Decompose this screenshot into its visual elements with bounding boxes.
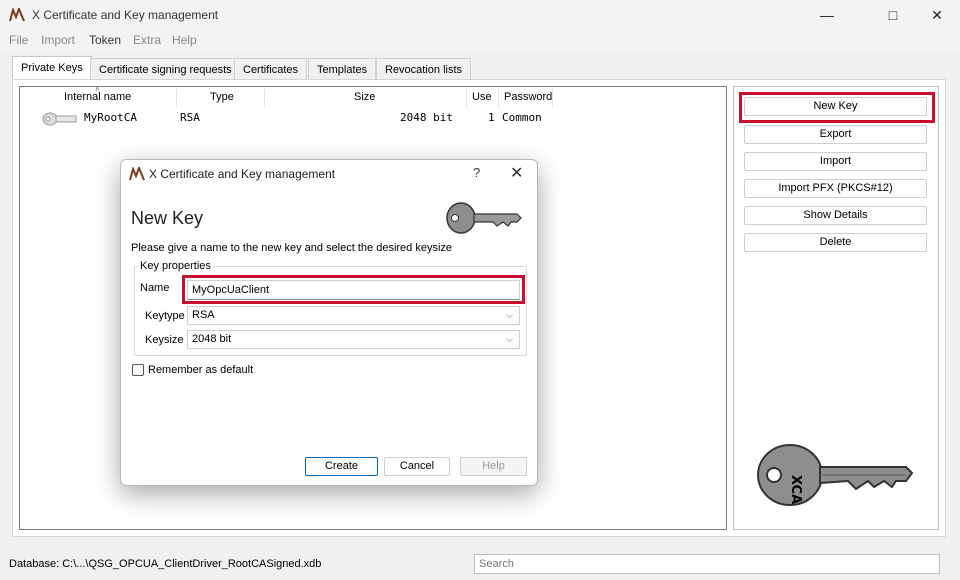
- highlight-name-input: [182, 275, 525, 304]
- remember-default-checkbox[interactable]: [132, 364, 144, 376]
- keysize-label: Keysize: [145, 334, 184, 346]
- dialog-heading: New Key: [131, 208, 204, 228]
- show-details-button[interactable]: Show Details: [744, 206, 927, 225]
- tab-certificates[interactable]: Certificates: [234, 58, 308, 80]
- column-separator: [176, 89, 177, 107]
- dialog-title: X Certificate and Key management: [149, 167, 336, 181]
- help-button[interactable]: Help: [460, 457, 527, 476]
- menu-bar: File Import Token Extra Help: [0, 30, 960, 50]
- key-icon: [446, 202, 522, 234]
- column-separator: [264, 89, 265, 107]
- menu-import[interactable]: Import: [41, 33, 75, 47]
- delete-button[interactable]: Delete: [744, 233, 927, 252]
- keysize-value: 2048 bit: [192, 333, 232, 345]
- cell-use: 1: [488, 111, 495, 124]
- cancel-button[interactable]: Cancel: [384, 457, 450, 476]
- search-input[interactable]: [474, 554, 940, 574]
- tab-private-keys[interactable]: Private Keys: [12, 56, 92, 81]
- action-panel: New Key Export Import Import PFX (PKCS#1…: [733, 86, 939, 530]
- keytype-value: RSA: [192, 309, 215, 321]
- keytype-select[interactable]: RSA ⌵: [187, 306, 520, 325]
- menu-token[interactable]: Token: [89, 33, 121, 47]
- column-separator: [498, 89, 499, 107]
- help-context-button[interactable]: ?: [473, 165, 480, 180]
- menu-extra[interactable]: Extra: [133, 33, 161, 47]
- keytype-label: Keytype: [145, 310, 185, 322]
- key-icon: [42, 112, 77, 126]
- menu-help[interactable]: Help: [172, 33, 197, 47]
- minimize-button[interactable]: —: [804, 0, 850, 30]
- remember-default-label[interactable]: Remember as default: [148, 364, 253, 376]
- table-row[interactable]: MyRootCA RSA 2048 bit 1 Common: [20, 109, 726, 129]
- status-bar: Database: C:\...\QSG_OPCUA_ClientDriver_…: [0, 552, 960, 580]
- import-button[interactable]: Import: [744, 152, 927, 171]
- tab-certificate-signing-requests[interactable]: Certificate signing requests: [90, 58, 241, 80]
- header-size[interactable]: Size: [354, 91, 375, 103]
- chevron-down-icon: ⌵: [506, 334, 513, 344]
- list-header: ˄ Internal name Type Size Use Password: [20, 85, 726, 109]
- app-logo-icon: [129, 167, 145, 181]
- import-pfx-button[interactable]: Import PFX (PKCS#12): [744, 179, 927, 198]
- cell-name: MyRootCA: [84, 111, 137, 124]
- column-separator: [466, 89, 467, 107]
- cell-password: Common: [502, 111, 542, 124]
- name-label: Name: [140, 282, 170, 294]
- keysize-select[interactable]: 2048 bit ⌵: [187, 330, 520, 349]
- dialog-description: Please give a name to the new key and se…: [131, 242, 453, 254]
- key-brand-text: XCA: [788, 475, 803, 504]
- highlight-new-key: [739, 92, 935, 123]
- header-internal-name[interactable]: Internal name: [64, 91, 131, 103]
- header-use[interactable]: Use: [472, 91, 492, 103]
- database-path: Database: C:\...\QSG_OPCUA_ClientDriver_…: [9, 558, 322, 570]
- cell-type: RSA: [180, 111, 200, 124]
- cell-size: 2048 bit: [400, 111, 453, 124]
- new-key-dialog: X Certificate and Key management ? ✕ New…: [120, 159, 538, 486]
- maximize-button[interactable]: □: [870, 0, 916, 30]
- create-button[interactable]: Create: [305, 457, 378, 476]
- menu-file[interactable]: File: [9, 33, 28, 47]
- key-illustration-icon: XCA: [757, 444, 914, 506]
- header-password[interactable]: Password: [504, 91, 552, 103]
- group-title: Key properties: [138, 260, 213, 272]
- dialog-close-button[interactable]: ✕: [510, 163, 523, 183]
- title-bar: X Certificate and Key management — □ ✕: [0, 0, 960, 30]
- chevron-down-icon: ⌵: [506, 310, 513, 320]
- app-logo-icon: [9, 8, 25, 22]
- header-type[interactable]: Type: [210, 91, 234, 103]
- close-button[interactable]: ✕: [914, 0, 960, 30]
- column-separator: [552, 89, 553, 107]
- export-button[interactable]: Export: [744, 125, 927, 144]
- tab-templates[interactable]: Templates: [308, 58, 377, 80]
- window-title: X Certificate and Key management: [32, 8, 219, 22]
- tab-revocation-lists[interactable]: Revocation lists: [376, 58, 472, 80]
